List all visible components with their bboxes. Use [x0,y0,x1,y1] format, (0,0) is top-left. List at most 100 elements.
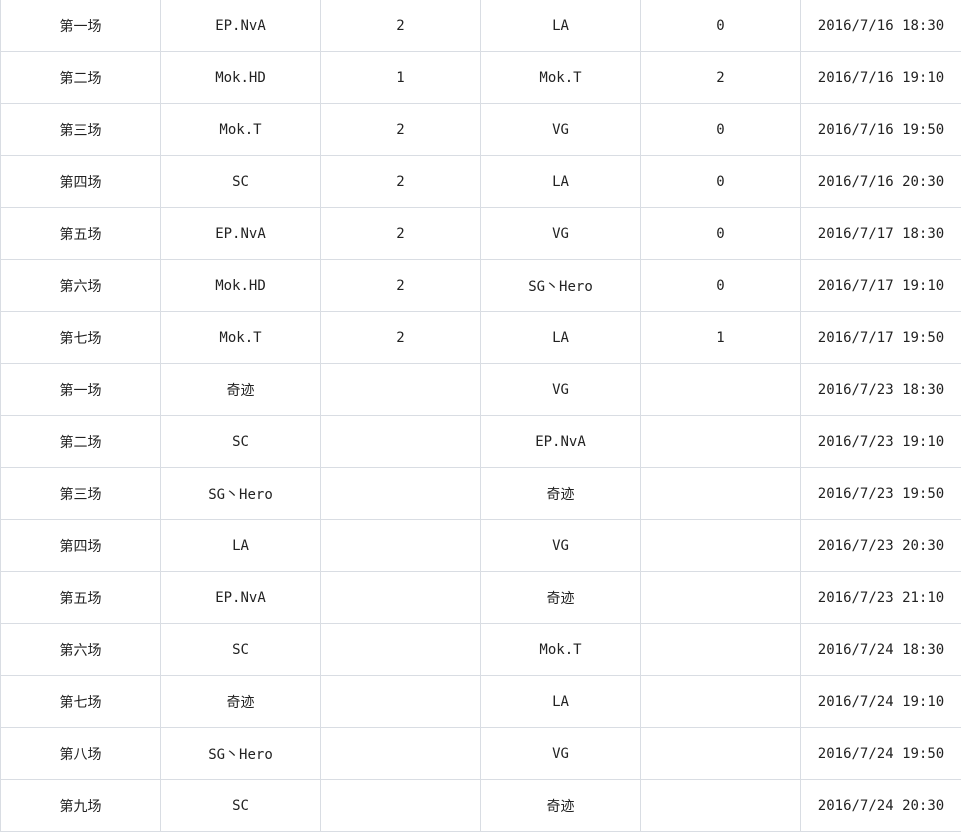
round-label: 第四场 [0,155,161,208]
team-a-name: Mok.HD [160,259,321,312]
team-a-name: Mok.T [160,311,321,364]
round-label: 第四场 [0,519,161,572]
team-b-name: LA [480,155,641,208]
team-b-name: Mok.T [480,51,641,104]
round-label: 第一场 [0,0,161,52]
team-b-name: LA [480,675,641,728]
team-a-name: SG丶Hero [160,467,321,520]
table-row: 第一场 EP.NvA 2 LA 0 2016/7/16 18:30 [0,0,961,52]
match-time: 2016/7/16 18:30 [800,0,961,52]
table-row: 第六场 SC Mok.T 2016/7/24 18:30 [0,623,961,676]
team-a-score [320,675,481,728]
round-label: 第七场 [0,675,161,728]
team-b-name: VG [480,727,641,780]
team-b-name: EP.NvA [480,415,641,468]
team-a-score: 2 [320,207,481,260]
table-row: 第八场 SG丶Hero VG 2016/7/24 19:50 [0,727,961,780]
match-time: 2016/7/24 18:30 [800,623,961,676]
team-b-name: VG [480,103,641,156]
match-time: 2016/7/23 20:30 [800,519,961,572]
team-a-name: EP.NvA [160,207,321,260]
team-b-name: 奇迹 [480,571,641,624]
table-row: 第五场 EP.NvA 2 VG 0 2016/7/17 18:30 [0,207,961,260]
team-b-name: LA [480,0,641,52]
team-b-score: 1 [640,311,801,364]
team-b-score: 0 [640,0,801,52]
team-a-score [320,623,481,676]
table-row: 第二场 SC EP.NvA 2016/7/23 19:10 [0,415,961,468]
team-b-name: 奇迹 [480,779,641,832]
team-a-name: EP.NvA [160,571,321,624]
team-b-score [640,415,801,468]
match-time: 2016/7/23 19:10 [800,415,961,468]
team-a-name: 奇迹 [160,675,321,728]
team-b-score: 2 [640,51,801,104]
round-label: 第三场 [0,103,161,156]
round-label: 第二场 [0,51,161,104]
team-a-score [320,779,481,832]
team-b-score: 0 [640,259,801,312]
table-row: 第六场 Mok.HD 2 SG丶Hero 0 2016/7/17 19:10 [0,259,961,312]
team-b-name: VG [480,363,641,416]
table-row: 第四场 LA VG 2016/7/23 20:30 [0,519,961,572]
round-label: 第三场 [0,467,161,520]
match-time: 2016/7/17 18:30 [800,207,961,260]
team-a-score [320,363,481,416]
team-b-score [640,727,801,780]
round-label: 第五场 [0,571,161,624]
team-a-name: SC [160,155,321,208]
team-a-score: 2 [320,103,481,156]
round-label: 第八场 [0,727,161,780]
match-time: 2016/7/17 19:50 [800,311,961,364]
match-time: 2016/7/17 19:10 [800,259,961,312]
match-time: 2016/7/23 19:50 [800,467,961,520]
team-b-name: Mok.T [480,623,641,676]
team-b-score: 0 [640,155,801,208]
team-a-name: Mok.HD [160,51,321,104]
round-label: 第七场 [0,311,161,364]
team-a-score: 1 [320,51,481,104]
table-row: 第五场 EP.NvA 奇迹 2016/7/23 21:10 [0,571,961,624]
match-time: 2016/7/16 19:10 [800,51,961,104]
match-time: 2016/7/23 21:10 [800,571,961,624]
team-b-name: VG [480,519,641,572]
team-a-name: SC [160,623,321,676]
match-schedule-body: 第一场 EP.NvA 2 LA 0 2016/7/16 18:30 第二场 Mok.HD 1 Mo… [0,0,961,832]
team-a-score [320,727,481,780]
table-row: 第四场 SC 2 LA 0 2016/7/16 20:30 [0,155,961,208]
match-schedule-table: 第一场 EP.NvA 2 LA 0 2016/7/16 18:30 第二场 Mok.HD 1 Mo… [0,0,961,832]
table-row: 第七场 Mok.T 2 LA 1 2016/7/17 19:50 [0,311,961,364]
round-label: 第六场 [0,623,161,676]
team-a-name: Mok.T [160,103,321,156]
team-a-score [320,467,481,520]
table-row: 第九场 SC 奇迹 2016/7/24 20:30 [0,779,961,832]
team-a-score: 2 [320,0,481,52]
table-row: 第一场 奇迹 VG 2016/7/23 18:30 [0,363,961,416]
table-row: 第二场 Mok.HD 1 Mok.T 2 2016/7/16 19:10 [0,51,961,104]
round-label: 第九场 [0,779,161,832]
team-b-score [640,363,801,416]
team-a-score [320,415,481,468]
table-row: 第三场 Mok.T 2 VG 0 2016/7/16 19:50 [0,103,961,156]
team-b-score [640,779,801,832]
team-b-score: 0 [640,207,801,260]
table-row: 第三场 SG丶Hero 奇迹 2016/7/23 19:50 [0,467,961,520]
team-a-name: SC [160,779,321,832]
match-time: 2016/7/16 20:30 [800,155,961,208]
team-a-score: 2 [320,311,481,364]
match-time: 2016/7/23 18:30 [800,363,961,416]
table-row: 第七场 奇迹 LA 2016/7/24 19:10 [0,675,961,728]
team-b-score [640,467,801,520]
match-time: 2016/7/24 19:10 [800,675,961,728]
match-time: 2016/7/16 19:50 [800,103,961,156]
team-a-score: 2 [320,259,481,312]
team-a-score [320,519,481,572]
round-label: 第五场 [0,207,161,260]
team-a-name: EP.NvA [160,0,321,52]
team-b-score [640,571,801,624]
team-b-name: VG [480,207,641,260]
round-label: 第二场 [0,415,161,468]
match-time: 2016/7/24 19:50 [800,727,961,780]
team-a-name: SG丶Hero [160,727,321,780]
team-b-name: 奇迹 [480,467,641,520]
